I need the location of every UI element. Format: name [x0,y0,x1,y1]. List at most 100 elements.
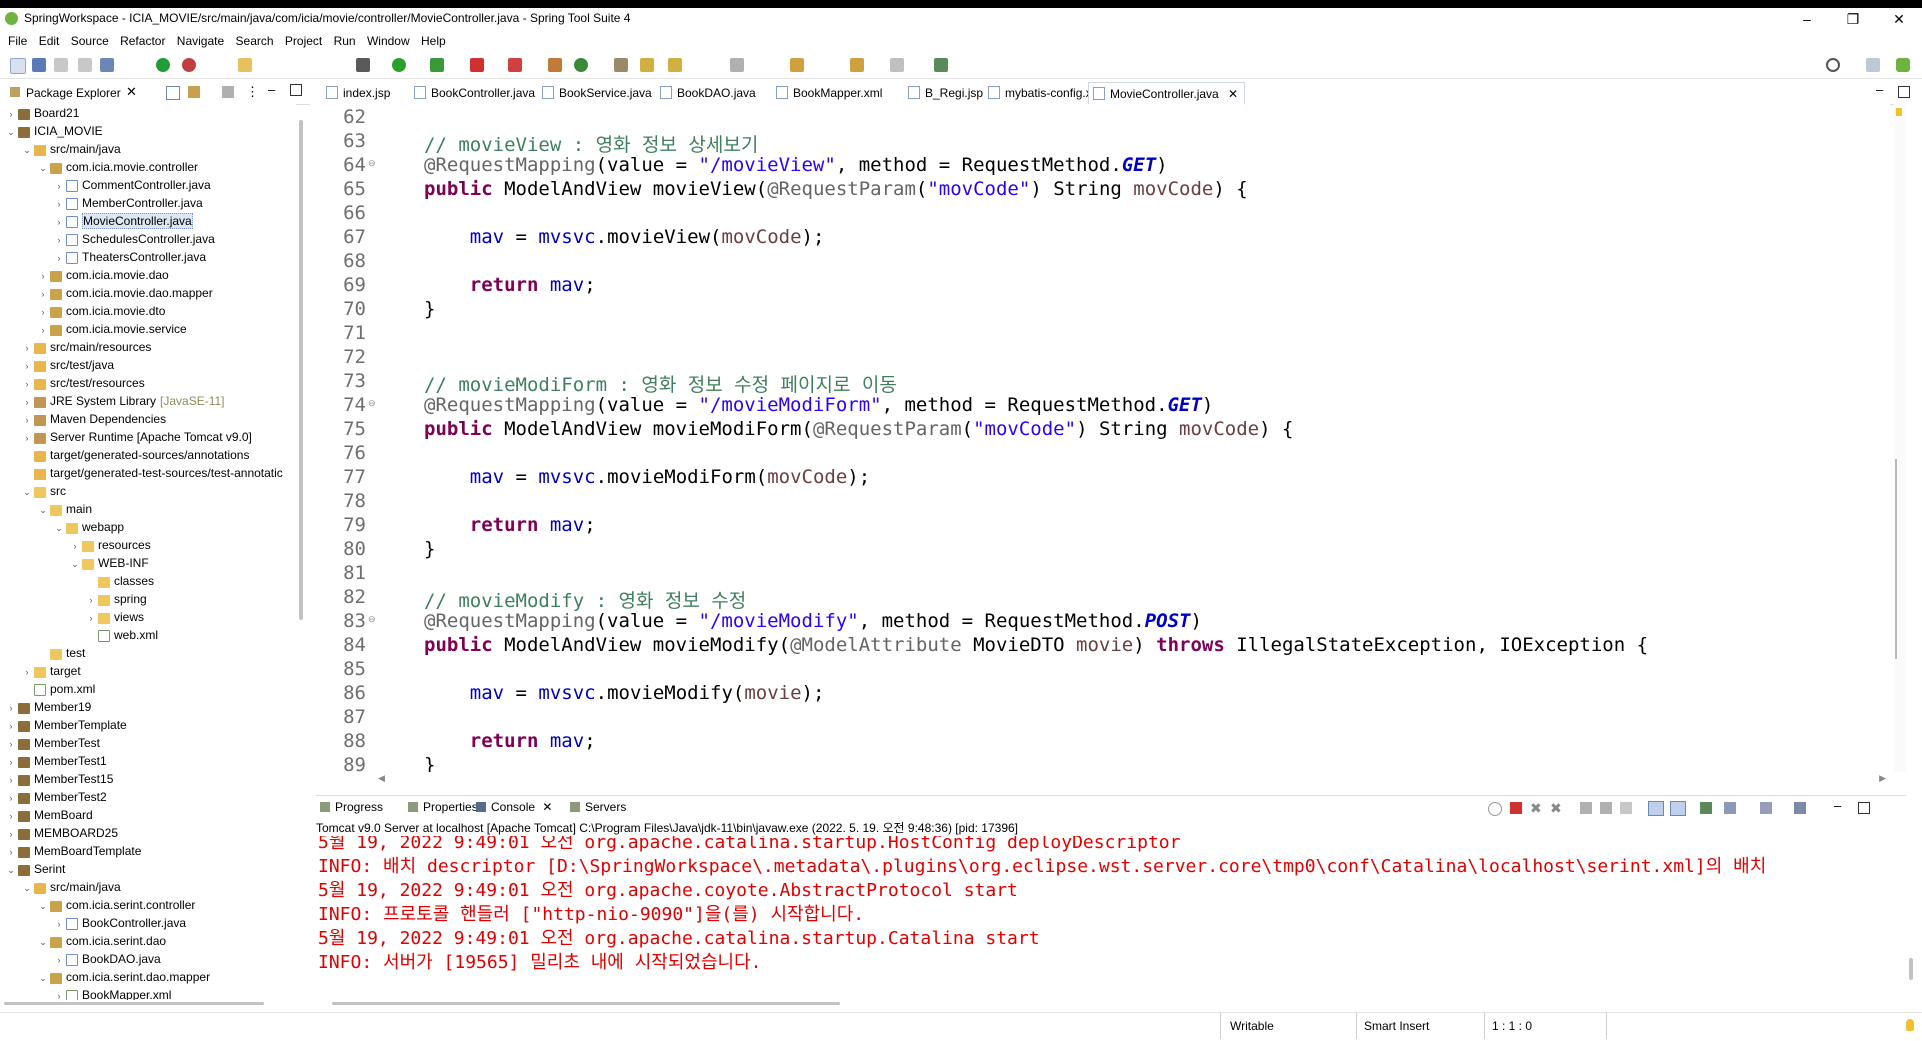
collapse-all-icon[interactable] [166,86,180,100]
editor-tab[interactable]: MovieController.java ✕ [1088,82,1246,105]
expand-arrow-icon[interactable]: › [6,105,16,123]
code-line[interactable]: } [424,298,435,320]
next-annotation-icon[interactable] [730,58,744,72]
open-type-icon[interactable] [614,58,628,72]
menu-project[interactable]: Project [285,32,322,50]
tree-item[interactable]: ⌄fold WEB-INF [70,554,149,572]
tree-item[interactable]: ⌄pkg com.icia.movie.controller [38,158,198,176]
tree-item[interactable]: ›pkg com.icia.movie.dto [38,302,165,320]
tree-item[interactable]: ›fold spring [86,590,147,608]
tree-item[interactable]: ›proj MemberTest [6,734,100,752]
run-icon[interactable] [392,58,406,72]
external-tools-icon[interactable] [508,58,522,72]
editor-tab[interactable]: BookController.java [410,82,541,104]
bottom-tab[interactable]: Progress [320,800,383,814]
package-explorer-title[interactable]: Package Explorer [26,86,121,100]
expand-arrow-icon[interactable]: › [38,285,48,303]
collapse-arrow-icon[interactable]: ⌄ [22,141,32,159]
new-class-icon[interactable] [548,58,562,72]
expand-arrow-icon[interactable]: › [54,951,64,969]
tree-item[interactable]: ›lib Maven Dependencies [22,410,166,428]
link-editor-icon[interactable] [188,86,200,98]
lightbulb-icon[interactable] [1906,1019,1914,1031]
remove-all-icon[interactable]: ✖ [1550,800,1562,817]
expand-arrow-icon[interactable]: › [54,915,64,933]
expand-arrow-icon[interactable]: › [86,609,96,627]
tree-item[interactable]: ›java MemberController.java [54,194,203,212]
collapse-arrow-icon[interactable]: ⌄ [6,861,16,879]
save-icon[interactable] [32,58,46,72]
tree-item[interactable]: ›proj Member19 [6,698,91,716]
perspective-icon[interactable] [1896,58,1910,72]
menu-help[interactable]: Help [421,32,446,50]
editor-tab[interactable]: BookMapper.xml [772,82,888,104]
code-line[interactable]: // movieModify : 영화 정보 수정 [424,586,746,613]
tree-item[interactable]: ›lib JRE System Library[JavaSE-11] [22,392,225,410]
maximize-editor-icon[interactable] [1898,86,1910,98]
expand-arrow-icon[interactable]: › [6,771,16,789]
tree-item[interactable]: ›src src/test/resources [22,374,145,392]
tree-item[interactable]: ›java BookController.java [54,914,186,932]
console-vertical-scrollbar[interactable] [1909,958,1913,980]
tree-item[interactable]: ›fold target [22,662,81,680]
tree-item[interactable]: ⌄fold webapp [54,518,124,536]
editor-tab[interactable]: B_Regi.jsp [904,82,989,104]
expand-arrow-icon[interactable]: › [6,807,16,825]
tree-item[interactable]: ›java CommentController.java [54,176,211,194]
code-editor[interactable]: 62 63// movieView : 영화 정보 상세보기 64 ⊖ @Request… [316,104,1890,772]
tree-item[interactable]: ⌄fold main [38,500,92,518]
code-line[interactable]: public ModelAndView movieView(@RequestPa… [424,178,1248,200]
minimize-view-icon[interactable]: – [268,82,275,97]
code-line[interactable]: mav = mvsvc.movieView(movCode); [424,226,825,248]
expand-arrow-icon[interactable]: › [38,321,48,339]
maximize-console-icon[interactable] [1858,802,1870,814]
menu-run[interactable]: Run [334,32,356,50]
collapse-arrow-icon[interactable]: ⌄ [38,501,48,519]
console-settings-icon[interactable] [1794,802,1806,814]
show-stdout-icon[interactable] [1648,801,1664,816]
bottom-tab[interactable]: Properties [408,800,478,814]
debug-icon[interactable] [182,58,196,72]
expand-arrow-icon[interactable]: › [22,393,32,411]
new-java-icon[interactable] [574,58,588,72]
close-tab-icon[interactable]: ✕ [539,800,552,814]
tree-item[interactable]: ⌄src src/main/java [22,878,121,896]
tree-item[interactable]: ›pkg com.icia.movie.dao.mapper [38,284,213,302]
tree-item[interactable]: xml pom.xml [22,680,95,698]
tree-item[interactable]: ›lib Server Runtime [Apache Tomcat v9.0] [22,428,252,446]
tree-item[interactable]: ›proj MemberTest2 [6,788,107,806]
expand-arrow-icon[interactable]: › [22,357,32,375]
code-line[interactable]: return mav; [424,730,596,752]
tree-item[interactable]: ›fold resources [70,536,151,554]
tree-item[interactable]: ›pkg com.icia.movie.dao [38,266,169,284]
tree-horizontal-scrollbar[interactable] [4,1002,264,1005]
editor-tab[interactable]: BookService.java [538,82,658,104]
collapse-arrow-icon[interactable]: ⌄ [70,555,80,573]
expand-arrow-icon[interactable]: › [54,177,64,195]
print-icon[interactable] [78,58,92,72]
expand-arrow-icon[interactable]: › [86,591,96,609]
tree-item[interactable]: ›java MovieController.java [54,212,193,230]
editor-tab[interactable]: index.jsp [322,82,396,104]
last-edit-icon[interactable] [790,58,804,72]
console-output[interactable]: 5월 19, 2022 9:49:01 오전 org.apache.catali… [316,836,1906,986]
expand-arrow-icon[interactable]: › [54,195,64,213]
open-resource-icon[interactable] [640,58,654,72]
debug-run-icon[interactable] [356,58,370,72]
expand-arrow-icon[interactable]: › [54,231,64,249]
expand-arrow-icon[interactable]: › [22,375,32,393]
minimize-console-icon[interactable]: – [1834,798,1841,813]
tree-item[interactable]: xml web.xml [86,626,158,644]
expand-arrow-icon[interactable]: › [22,411,32,429]
tree-item[interactable]: ›proj MemberTest15 [6,770,113,788]
fold-toggle-icon[interactable]: ⊖ [368,614,376,625]
tree-item[interactable]: ⌄src src/main/java [22,140,121,158]
close-tab-icon[interactable]: ✕ [1225,87,1238,101]
terminate-icon[interactable] [1510,802,1522,814]
menu-search[interactable]: Search [236,32,274,50]
code-line[interactable]: } [424,754,435,772]
pin-editor-icon[interactable] [934,58,948,72]
expand-arrow-icon[interactable]: › [6,735,16,753]
menu-window[interactable]: Window [367,32,410,50]
filters-icon[interactable] [222,86,234,98]
